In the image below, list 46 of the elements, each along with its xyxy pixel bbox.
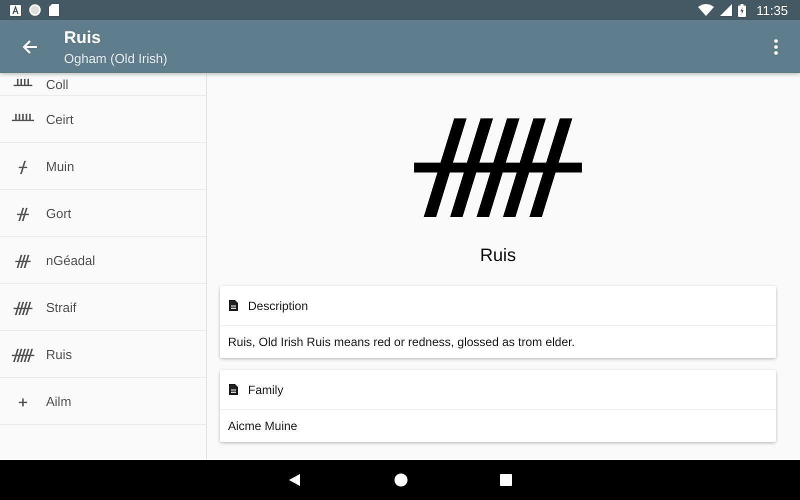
letter-list-item[interactable]: ᚌ Gort <box>0 190 206 237</box>
letter-list-item[interactable]: ᚋ Muin <box>0 143 206 190</box>
large-ogham-glyph: ᚏ <box>415 91 581 233</box>
letter-name: Ruis <box>46 346 72 362</box>
document-icon <box>229 384 238 395</box>
wifi-icon <box>698 4 714 16</box>
sd-card-icon <box>49 4 59 16</box>
ogham-glyph: ᚋ <box>18 156 28 176</box>
ogham-glyph: ᚌ <box>16 204 30 222</box>
triangle-icon <box>288 473 302 487</box>
card-title: Family <box>248 382 284 396</box>
letter-name: Muin <box>46 158 74 174</box>
ogham-glyph: ᚎ <box>12 298 34 316</box>
back-arrow-icon <box>22 38 38 54</box>
signal-icon <box>720 4 732 16</box>
letter-name: Straif <box>46 300 76 314</box>
letter-list-item[interactable]: ᚍ nGéadal <box>0 237 206 284</box>
letter-list-item[interactable]: ᚉ Coll <box>0 73 206 96</box>
circle-icon <box>29 4 41 16</box>
letter-name: Ceirt <box>46 112 74 126</box>
letter-title: Ruis <box>480 245 516 266</box>
document-icon <box>229 300 238 311</box>
letter-list-item[interactable]: ᚊ Ceirt <box>0 96 206 143</box>
card-text: Ruis, Old Irish Ruis means red or redness, glossed as trom elder. <box>227 334 576 351</box>
notification-icon <box>10 4 21 16</box>
letter-name: nGéadal <box>46 252 96 268</box>
ogham-glyph: ᚏ <box>10 344 36 364</box>
letter-name: Coll <box>46 76 68 92</box>
clock-time: 11:35 <box>756 2 788 18</box>
square-icon <box>500 474 512 486</box>
letter-list-item[interactable]: ᚎ Straif <box>0 284 206 331</box>
ogham-glyph: ᚐ <box>18 392 28 410</box>
ogham-glyph: ᚉ <box>12 74 34 94</box>
app-bar-subtitle: Ogham (Old Irish) <box>64 50 168 66</box>
battery-icon <box>738 4 746 16</box>
ogham-glyph: ᚊ <box>10 110 35 128</box>
letter-name: Gort <box>46 206 72 220</box>
ogham-glyph: ᚍ <box>14 250 32 270</box>
circle-icon <box>394 473 408 487</box>
letter-list-item[interactable]: ᚐ Ailm <box>0 378 206 425</box>
card-title: Description <box>248 298 308 312</box>
more-vertical-icon <box>774 38 778 54</box>
card-text: Aicme Muine <box>227 418 298 435</box>
letter-name: Ailm <box>46 394 72 408</box>
letter-list-item[interactable]: ᚏ Ruis <box>0 331 206 378</box>
app-bar-title: Ruis <box>64 28 102 48</box>
